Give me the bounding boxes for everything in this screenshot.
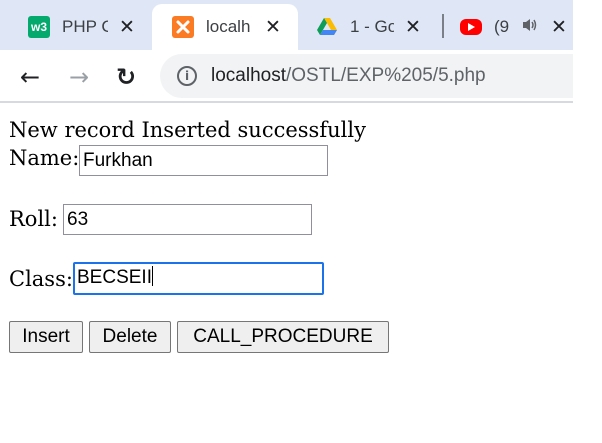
tab-title: localh (206, 17, 251, 36)
close-icon[interactable]: ✕ (402, 16, 424, 38)
youtube-icon (460, 19, 482, 35)
close-icon[interactable]: ✕ (548, 16, 570, 38)
google-drive-icon (316, 16, 338, 38)
back-button[interactable]: ← (15, 62, 45, 92)
tab-separator (442, 14, 444, 38)
call-procedure-button[interactable]: CALL_PROCEDURE (177, 321, 389, 353)
tab-php[interactable]: w3 PHP C ✕ (28, 4, 152, 50)
class-field[interactable]: BECSEII (73, 262, 324, 295)
reload-button[interactable]: ↻ (111, 62, 141, 92)
roll-value: 63 (67, 209, 89, 230)
text-caret (151, 266, 153, 286)
browser-toolbar: ← → ↻ i localhost/OSTL/EXP%205/5.php (0, 50, 573, 103)
insert-button[interactable]: Insert (9, 321, 83, 353)
xampp-icon (172, 16, 194, 38)
class-value: BECSEII (77, 267, 152, 288)
audio-icon[interactable] (522, 18, 538, 36)
name-value: Furkhan (83, 150, 153, 171)
delete-button[interactable]: Delete (89, 321, 171, 353)
url-host: localhost (211, 65, 286, 86)
roll-label: Roll: (9, 207, 58, 231)
info-icon[interactable]: i (177, 66, 197, 86)
close-icon[interactable]: ✕ (262, 16, 284, 38)
tab-title: PHP C (62, 17, 108, 36)
url-path: /OSTL/EXP%205/5.php (286, 65, 486, 86)
status-message: New record Inserted successfully (9, 118, 366, 142)
tab-youtube[interactable]: (9 ✕ (460, 4, 573, 50)
address-bar[interactable]: i localhost/OSTL/EXP%205/5.php (160, 54, 573, 98)
roll-field[interactable]: 63 (63, 204, 312, 235)
name-label: Name: (9, 146, 80, 170)
tab-strip: w3 PHP C ✕ localh ✕ 1 - Go ✕ (9 ✕ (0, 0, 573, 50)
close-icon[interactable]: ✕ (116, 16, 138, 38)
tab-localhost[interactable]: localh ✕ (152, 4, 298, 50)
class-label: Class: (9, 267, 73, 291)
tab-google-drive[interactable]: 1 - Go ✕ (316, 4, 438, 50)
name-field[interactable]: Furkhan (79, 145, 328, 176)
w3schools-icon: w3 (28, 16, 50, 38)
tab-title: 1 - Go (350, 17, 394, 36)
tab-title: (9 (494, 17, 510, 36)
forward-button[interactable]: → (64, 62, 94, 92)
